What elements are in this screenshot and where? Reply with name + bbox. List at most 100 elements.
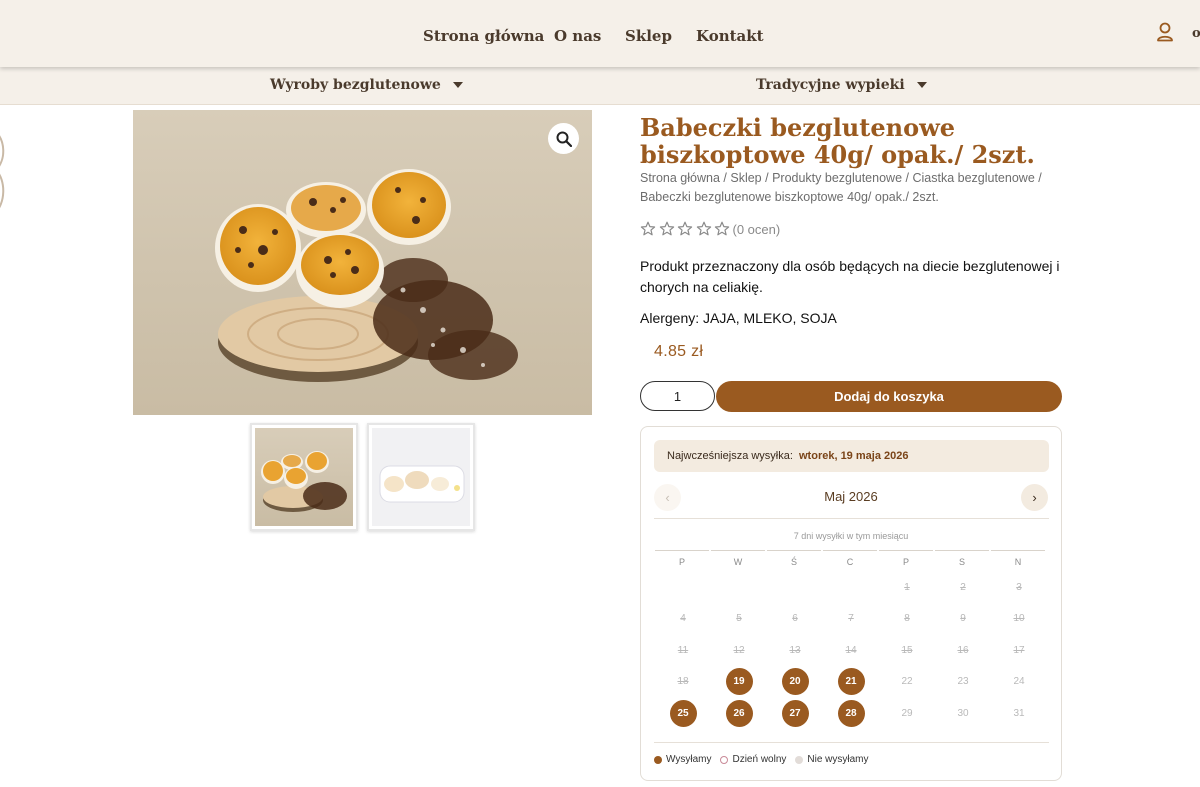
calendar-day: 7	[848, 612, 854, 624]
calendar-day: 22	[901, 675, 913, 687]
calendar-subtitle: 7 dni wysyłki w tym miesiącu	[793, 531, 909, 541]
breadcrumb-current: Babeczki bezglutenowe biszkoptowe 40g/ o…	[640, 190, 939, 204]
calendar-day: 23	[957, 675, 969, 687]
shipping-day[interactable]: 19	[725, 667, 753, 695]
calendar-day: 17	[1013, 644, 1025, 656]
nav-about[interactable]: O nas	[554, 27, 601, 45]
legend-item-no-shipping: Nie wysyłamy	[795, 754, 869, 765]
legend-item-day-off: Dzień wolny	[720, 754, 786, 765]
calendar-legend: Wysyłamy Dzień wolny Nie wysyłamy	[654, 754, 878, 765]
calendar-day: 16	[957, 644, 969, 656]
breadcrumb-link[interactable]: Produkty bezglutenowe	[772, 171, 902, 185]
nav-home[interactable]: Strona główna	[423, 27, 544, 45]
calendar-divider	[654, 742, 1049, 743]
calendar-day: 6	[792, 612, 798, 624]
side-decoration-icon	[0, 135, 5, 208]
zoom-button[interactable]	[548, 123, 579, 154]
breadcrumb-link[interactable]: Ciastka bezglutenowe	[912, 171, 1034, 185]
calendar-day: 13	[789, 644, 801, 656]
shipping-day[interactable]: 21	[837, 667, 865, 695]
breadcrumb: Strona główna / Sklep / Produkty bezglut…	[640, 169, 1060, 207]
calendar-day: 14	[845, 644, 857, 656]
earliest-shipping-date: wtorek, 19 maja 2026	[799, 450, 909, 462]
calendar-day: 18	[677, 675, 689, 687]
user-icon[interactable]	[1156, 22, 1174, 42]
shipping-day[interactable]: 25	[669, 699, 697, 727]
breadcrumb-link[interactable]: Strona główna	[640, 171, 720, 185]
shipping-day[interactable]: 27	[781, 699, 809, 727]
weekday-label: N	[991, 550, 1045, 567]
product-description: Produkt przeznaczony dla osób będących n…	[640, 258, 1060, 295]
weekday-label: C	[823, 550, 877, 567]
nav-shop[interactable]: Sklep	[625, 27, 672, 45]
weekday-label: P	[655, 550, 709, 567]
star-outline-icon	[659, 221, 674, 236]
star-outline-icon	[677, 221, 693, 236]
subnav-gluten-free[interactable]: Wyroby bezglutenowe	[270, 77, 463, 93]
calendar-day: 5	[736, 612, 742, 624]
subnav-traditional[interactable]: Tradycyjne wypieki	[756, 77, 927, 93]
product-main-image[interactable]	[133, 110, 592, 415]
caret-down-icon	[916, 82, 927, 88]
calendar-day: 12	[733, 644, 745, 656]
product-rating: (0 ocen)	[640, 221, 780, 237]
legend-label: Nie wysyłamy	[807, 754, 869, 765]
legend-dot	[720, 755, 729, 764]
shipping-day[interactable]: 20	[781, 667, 809, 695]
subnav-gluten-free-label: Wyroby bezglutenowe	[270, 77, 441, 93]
magnifier-icon	[556, 131, 572, 147]
thumbnail-image	[372, 428, 470, 526]
weekday-label: Ś	[767, 550, 821, 567]
add-to-cart-button[interactable]: Dodaj do koszyka	[716, 381, 1062, 412]
calendar-day: 2	[960, 581, 966, 593]
weekday-header: P W Ś C P S N	[655, 550, 1047, 567]
calendar-day: 29	[901, 707, 913, 719]
weekday-label: W	[711, 550, 765, 567]
star-outline-icon	[640, 221, 656, 236]
legend-label: Dzień wolny	[732, 754, 787, 765]
main-navigation: Strona główna O nas Sklep Kontakt	[0, 27, 1200, 51]
chevron-right-icon: ›	[1032, 490, 1037, 505]
earliest-shipping-label: Najwcześniejsza wysyłka:	[667, 450, 793, 462]
weekday-label: S	[935, 550, 989, 567]
legend-label: Wysyłamy	[666, 754, 712, 765]
calendar-day: 10	[1013, 612, 1025, 624]
subnav-traditional-label: Tradycyjne wypieki	[756, 77, 905, 93]
quantity-input[interactable]	[640, 381, 715, 411]
earliest-shipping-banner: Najwcześniejsza wysyłka: wtorek, 19 maja…	[654, 440, 1049, 472]
calendar-divider	[654, 518, 1049, 519]
star-outline-icon	[696, 221, 711, 236]
calendar-day: 8	[904, 612, 910, 624]
calendar-day: 1	[904, 581, 910, 593]
calendar-day: 30	[957, 707, 969, 719]
calendar-month-title: Maj 2026	[824, 489, 878, 504]
product-allergens: Alergeny: JAJA, MLEKO, SOJA	[640, 310, 837, 326]
top-header: Strona główna O nas Sklep Kontakt o	[0, 0, 1200, 67]
legend-item-shipping: Wysyłamy	[654, 754, 711, 765]
calendar-day: 9	[960, 612, 966, 624]
calendar-day: 3	[1016, 581, 1022, 593]
nav-contact[interactable]: Kontakt	[696, 27, 764, 45]
product-title: Babeczki bezglutenowe biszkoptowe 40g/ o…	[640, 113, 1035, 169]
calendar-day: 24	[1013, 675, 1025, 687]
gallery-thumbnail[interactable]	[250, 423, 358, 531]
next-month-button[interactable]: ›	[1021, 484, 1048, 511]
caret-down-icon	[452, 82, 463, 88]
shipping-calendar: Najwcześniejsza wysyłka: wtorek, 19 maja…	[640, 426, 1062, 781]
product-price: 4.85 zł	[654, 343, 704, 360]
shipping-day[interactable]: 26	[725, 699, 753, 727]
shipping-day[interactable]: 28	[837, 699, 865, 727]
rating-count[interactable]: (0 ocen)	[733, 222, 781, 237]
calendar-day: 4	[680, 612, 686, 624]
legend-dot	[795, 755, 804, 764]
calendar-day: 31	[1013, 707, 1025, 719]
star-outline-icon	[714, 221, 730, 236]
thumbnail-image	[255, 428, 353, 526]
legend-dot	[654, 755, 662, 764]
weekday-label: P	[879, 550, 933, 567]
gallery-thumbnail[interactable]	[367, 423, 475, 531]
header-cut-text[interactable]: o	[1192, 26, 1200, 41]
calendar-day: 15	[901, 644, 913, 656]
breadcrumb-link[interactable]: Sklep	[730, 171, 761, 185]
calendar-day: 11	[677, 644, 689, 656]
